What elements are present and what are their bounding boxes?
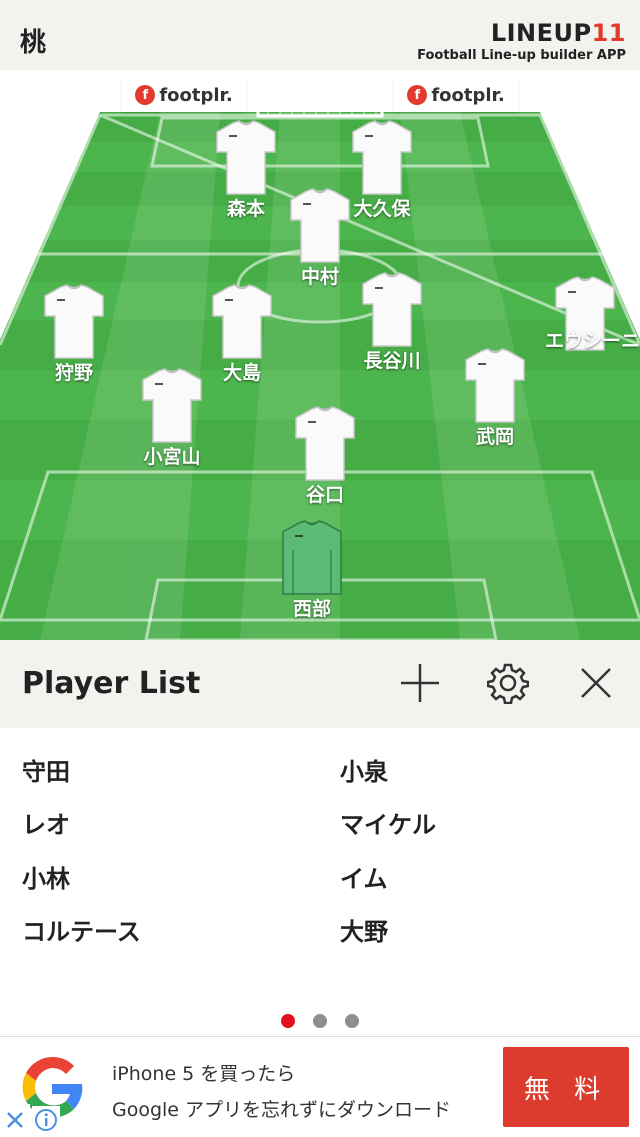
player-name: 小宮山 bbox=[143, 446, 201, 468]
jersey-icon bbox=[290, 188, 350, 263]
brand-logo-text: LINEUP bbox=[490, 19, 592, 47]
sponsor-label: footplr. bbox=[159, 84, 233, 106]
brand-subtitle: Football Line-up builder APP bbox=[417, 48, 626, 63]
player-hasegawa[interactable]: 長谷川 bbox=[342, 272, 442, 373]
brand-logo-number: 11 bbox=[591, 19, 626, 47]
player-komiyama[interactable]: 小宮山 bbox=[122, 368, 222, 469]
jersey-icon bbox=[465, 348, 525, 423]
page-dot-active[interactable] bbox=[281, 1014, 295, 1028]
list-item[interactable]: イム bbox=[340, 859, 388, 894]
plus-icon bbox=[401, 664, 439, 702]
player-name: 武岡 bbox=[475, 426, 514, 448]
goalkeeper-jersey-icon bbox=[282, 520, 342, 595]
ad-close-button[interactable] bbox=[0, 1104, 30, 1136]
info-icon bbox=[35, 1109, 57, 1131]
list-item[interactable]: 小林 bbox=[22, 859, 70, 894]
list-item[interactable]: コルテース bbox=[22, 912, 141, 947]
jersey-icon bbox=[362, 272, 422, 347]
jersey-icon bbox=[295, 406, 355, 481]
jersey-icon bbox=[44, 284, 104, 359]
team-name[interactable]: 桃 bbox=[20, 22, 46, 59]
sponsor-board-left: f footplr. bbox=[122, 78, 246, 112]
ad-description: Google アプリを忘れずにダウンロード bbox=[112, 1099, 452, 1121]
list-item[interactable]: 大野 bbox=[340, 912, 388, 947]
player-takeoka[interactable]: 武岡 bbox=[445, 348, 545, 449]
sponsor-board-right: f footplr. bbox=[394, 78, 518, 112]
player-list-header: Player List bbox=[0, 640, 640, 728]
add-player-button[interactable] bbox=[395, 658, 445, 708]
footplr-logo-icon: f bbox=[407, 85, 428, 105]
settings-button[interactable] bbox=[483, 658, 533, 708]
close-icon bbox=[7, 1112, 23, 1128]
list-item[interactable]: 守田 bbox=[22, 752, 70, 787]
list-item[interactable]: マイケル bbox=[340, 805, 436, 840]
brand-logo: LINEUP11 Football Line-up builder APP bbox=[417, 20, 626, 63]
jersey-icon bbox=[216, 120, 276, 195]
ad-cta-button[interactable]: 無 料 bbox=[503, 1047, 629, 1127]
player-name: エウシーニ bbox=[544, 330, 640, 352]
player-name: 狩野 bbox=[54, 362, 93, 384]
jersey-icon bbox=[142, 368, 202, 443]
player-nishibe-goalkeeper[interactable]: 西部 bbox=[262, 520, 362, 621]
jersey-icon bbox=[212, 284, 272, 359]
player-name: 谷口 bbox=[305, 484, 344, 506]
ad-info-button[interactable] bbox=[32, 1106, 60, 1134]
player-list: 守田 小泉 レオ マイケル 小林 イム コルテース 大野 bbox=[0, 728, 640, 1028]
app-header: 桃 LINEUP11 Football Line-up builder APP bbox=[0, 0, 640, 70]
list-item[interactable]: レオ bbox=[22, 805, 70, 840]
player-elsinho[interactable]: エウシーニ bbox=[530, 276, 640, 353]
ad-headline: iPhone 5 を買ったら bbox=[112, 1063, 296, 1085]
jersey-icon bbox=[352, 120, 412, 195]
close-icon bbox=[581, 668, 611, 698]
list-item[interactable]: 小泉 bbox=[340, 752, 388, 787]
player-name: 長谷川 bbox=[363, 350, 421, 372]
page-indicator bbox=[0, 1014, 640, 1028]
page-dot[interactable] bbox=[313, 1014, 327, 1028]
sponsor-label: footplr. bbox=[431, 84, 505, 106]
player-taniguchi[interactable]: 谷口 bbox=[275, 406, 375, 507]
footplr-logo-icon: f bbox=[135, 85, 156, 105]
player-kano[interactable]: 狩野 bbox=[24, 284, 124, 385]
ad-banner[interactable]: iPhone 5 を買ったら Google アプリを忘れずにダウンロード 無 料 bbox=[0, 1036, 640, 1137]
gear-icon bbox=[487, 663, 529, 704]
player-list-title: Player List bbox=[22, 666, 201, 701]
close-button[interactable] bbox=[571, 658, 621, 708]
page-dot[interactable] bbox=[345, 1014, 359, 1028]
player-name: 西部 bbox=[292, 598, 331, 620]
